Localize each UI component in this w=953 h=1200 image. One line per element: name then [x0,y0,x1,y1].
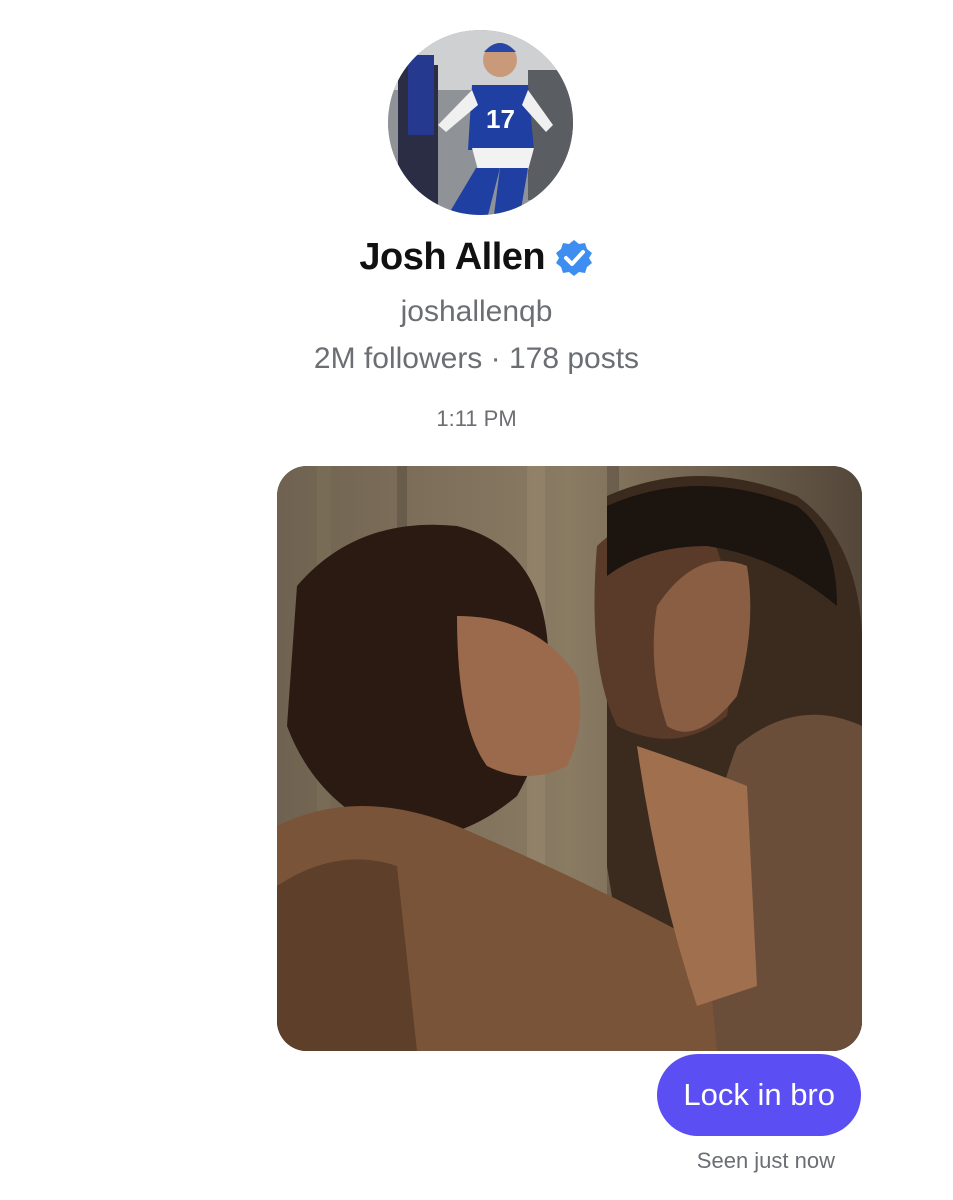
shared-photo-message[interactable] [277,466,862,1051]
profile-name: Josh Allen [359,236,546,278]
seen-status: Seen just now [696,1148,835,1173]
football-player-photo: 17 [388,30,573,215]
svg-text:17: 17 [486,104,515,134]
message-timestamp: 1:11 PM [436,406,517,431]
profile-handle: joshallenqb [400,295,553,328]
verified-badge-icon [555,239,592,276]
profile-avatar[interactable]: 17 [388,30,573,215]
profile-stats: 2M followers · 178 posts [313,342,640,375]
sent-message-bubble[interactable]: Lock in bro [657,1054,861,1136]
profile-name-row: Josh Allen [0,236,953,288]
couple-embrace-photo [277,466,862,1051]
